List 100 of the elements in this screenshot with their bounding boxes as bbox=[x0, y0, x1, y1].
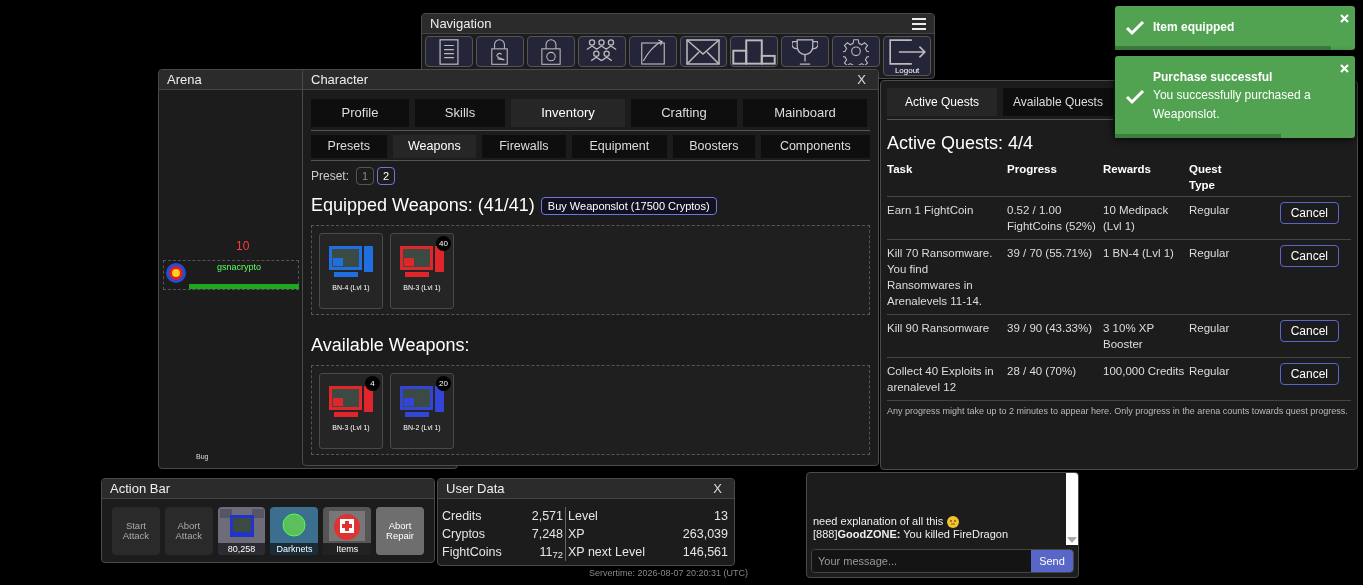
window-title: User Data bbox=[446, 479, 505, 498]
close-button[interactable]: X bbox=[853, 70, 870, 90]
preset-button[interactable]: 1 bbox=[356, 167, 374, 185]
notification-message: You successfully purchased a Weaponslot. bbox=[1153, 87, 1312, 123]
subtab[interactable]: Weapons bbox=[392, 135, 477, 158]
section-heading: Active Quests: 4/4 bbox=[887, 132, 1034, 155]
window-title: Navigation bbox=[430, 14, 492, 33]
player-name: gsnacrypto bbox=[217, 261, 262, 274]
tab[interactable]: Profile bbox=[311, 99, 409, 127]
notification-title: Purchase successful bbox=[1153, 69, 1274, 86]
nav-button[interactable] bbox=[577, 36, 626, 67]
subtab[interactable]: Presets bbox=[311, 135, 387, 158]
nav-button[interactable] bbox=[781, 36, 830, 67]
tab[interactable]: Skills bbox=[415, 99, 505, 127]
logout-icon bbox=[888, 39, 926, 65]
stat-value: 13 bbox=[713, 508, 728, 525]
nav-button[interactable] bbox=[679, 36, 728, 67]
chart-arrow-icon bbox=[640, 39, 665, 65]
subtab[interactable]: Equipment bbox=[571, 135, 668, 158]
stat-label: Level bbox=[568, 508, 599, 525]
nav-button[interactable] bbox=[526, 36, 575, 67]
column-header: Rewards bbox=[1103, 162, 1152, 177]
stat-value: 263,039 bbox=[682, 526, 728, 543]
settings-icon bbox=[843, 39, 870, 65]
subtab[interactable]: Boosters bbox=[673, 135, 755, 158]
nav-button[interactable]: Logout bbox=[883, 36, 932, 76]
stat-label: XP bbox=[568, 526, 586, 543]
preset-button[interactable]: 2 bbox=[377, 167, 395, 185]
table-cell-text: 3 10% XP Booster bbox=[1103, 321, 1155, 352]
stat-label: Cryptos bbox=[442, 526, 487, 543]
table-cell-text: 0.52 / 1.00 FightCoins (52%) bbox=[1007, 203, 1097, 234]
column-header: Quest Type bbox=[1189, 162, 1223, 193]
tab[interactable]: Active Quests bbox=[887, 88, 997, 116]
table-cell-text: 10 Medipack (Lvl 1) bbox=[1103, 203, 1170, 234]
table-cell-text: 39 / 90 (43.33%) bbox=[1007, 321, 1094, 336]
column-header: Progress bbox=[1007, 162, 1058, 177]
nav-button[interactable] bbox=[425, 36, 473, 67]
nav-button[interactable] bbox=[628, 36, 677, 67]
section-heading: Available Weapons: bbox=[311, 334, 470, 357]
table-cell-text: Collect 40 Exploits in arenalevel 12 bbox=[887, 364, 995, 395]
table-cell-text: Regular bbox=[1189, 246, 1231, 261]
cancel-button[interactable]: Cancel bbox=[1279, 245, 1339, 267]
count-badge: 4 bbox=[365, 376, 380, 391]
notification-title: Item equipped bbox=[1153, 19, 1236, 36]
preset-label: Preset: bbox=[311, 168, 349, 185]
menu-icon bbox=[912, 17, 926, 30]
stat-label: Credits bbox=[442, 508, 483, 525]
action-button[interactable]: 80,258 bbox=[217, 507, 266, 555]
table-cell-text: Regular bbox=[1189, 364, 1231, 379]
servertime: Servertime: 2026-08-07 20:20:31 (UTC) bbox=[589, 567, 749, 580]
table-cell-text: Regular bbox=[1189, 321, 1231, 336]
close-button[interactable]: X bbox=[709, 479, 726, 499]
table-cell-text: 1 BN-4 (Lvl 1) bbox=[1103, 246, 1175, 261]
nav-button[interactable] bbox=[475, 36, 524, 67]
subtab[interactable]: Components bbox=[760, 135, 870, 158]
subtab[interactable]: Firewalls bbox=[482, 135, 566, 158]
window-title: Character bbox=[311, 70, 369, 89]
table-cell-text: Earn 1 FightCoin bbox=[887, 203, 975, 218]
nav-button[interactable] bbox=[730, 36, 779, 67]
chat-message: need explanation of all this bbox=[813, 515, 944, 528]
scroll-down-icon bbox=[1067, 537, 1077, 543]
nav-button[interactable] bbox=[832, 36, 881, 67]
buy-button[interactable]: Buy Weaponslot (17500 Cryptos) bbox=[540, 196, 717, 215]
table-cell-text: Kill 70 Ransomware. You find Ransomwares in Arenalevels 11-14. bbox=[887, 246, 994, 309]
tab[interactable]: Mainboard bbox=[743, 99, 867, 127]
shopping-bag-icon bbox=[540, 39, 561, 65]
section-heading: Equipped Weapons: (41/41) bbox=[311, 194, 535, 217]
stat-value: 146,561 bbox=[682, 544, 728, 561]
action-button[interactable]: Darknets bbox=[270, 507, 319, 555]
podium-icon bbox=[732, 39, 777, 65]
action-button[interactable]: Items bbox=[323, 507, 372, 555]
cancel-button[interactable]: Cancel bbox=[1279, 320, 1339, 342]
clipboard-icon bbox=[438, 39, 459, 65]
tab[interactable]: Crafting bbox=[631, 99, 737, 127]
cancel-button[interactable]: Cancel bbox=[1279, 363, 1339, 385]
tab[interactable]: Available Quests bbox=[1003, 88, 1113, 116]
close-icon bbox=[1340, 14, 1349, 23]
enemy-level: 10 bbox=[236, 238, 250, 255]
cancel-button[interactable]: Cancel bbox=[1279, 202, 1339, 224]
table-cell-text: 28 / 40 (70%) bbox=[1007, 364, 1078, 379]
envelope-icon bbox=[686, 39, 721, 65]
check-icon bbox=[1125, 20, 1145, 36]
stat-label: FightCoins bbox=[442, 544, 503, 561]
column-header: Task bbox=[887, 162, 914, 177]
check-icon bbox=[1125, 89, 1145, 105]
stat-value: 7,248 bbox=[531, 526, 563, 543]
tab[interactable]: Inventory bbox=[511, 99, 625, 127]
trophy-icon bbox=[792, 39, 819, 65]
target-icon bbox=[165, 262, 187, 284]
table-cell-text: 100,000 Credits bbox=[1103, 364, 1186, 379]
quest-note: Any progress might take up to 2 minutes to appear here. Only progress in the arena counts towards quest progress. bbox=[887, 405, 1349, 417]
table-cell-text: Regular bbox=[1189, 203, 1231, 218]
shopping-bag-icon bbox=[491, 39, 509, 65]
count-badge: 40 bbox=[436, 236, 451, 251]
stat-label: XP next Level bbox=[568, 544, 646, 561]
action-button[interactable]: Abort Repair bbox=[376, 507, 424, 555]
table-cell-text: Kill 90 Ransomware bbox=[887, 321, 991, 336]
count-badge: 20 bbox=[436, 376, 451, 391]
window-title: Action Bar bbox=[110, 479, 170, 498]
table-cell-text: 39 / 70 (55.71%) bbox=[1007, 246, 1094, 261]
